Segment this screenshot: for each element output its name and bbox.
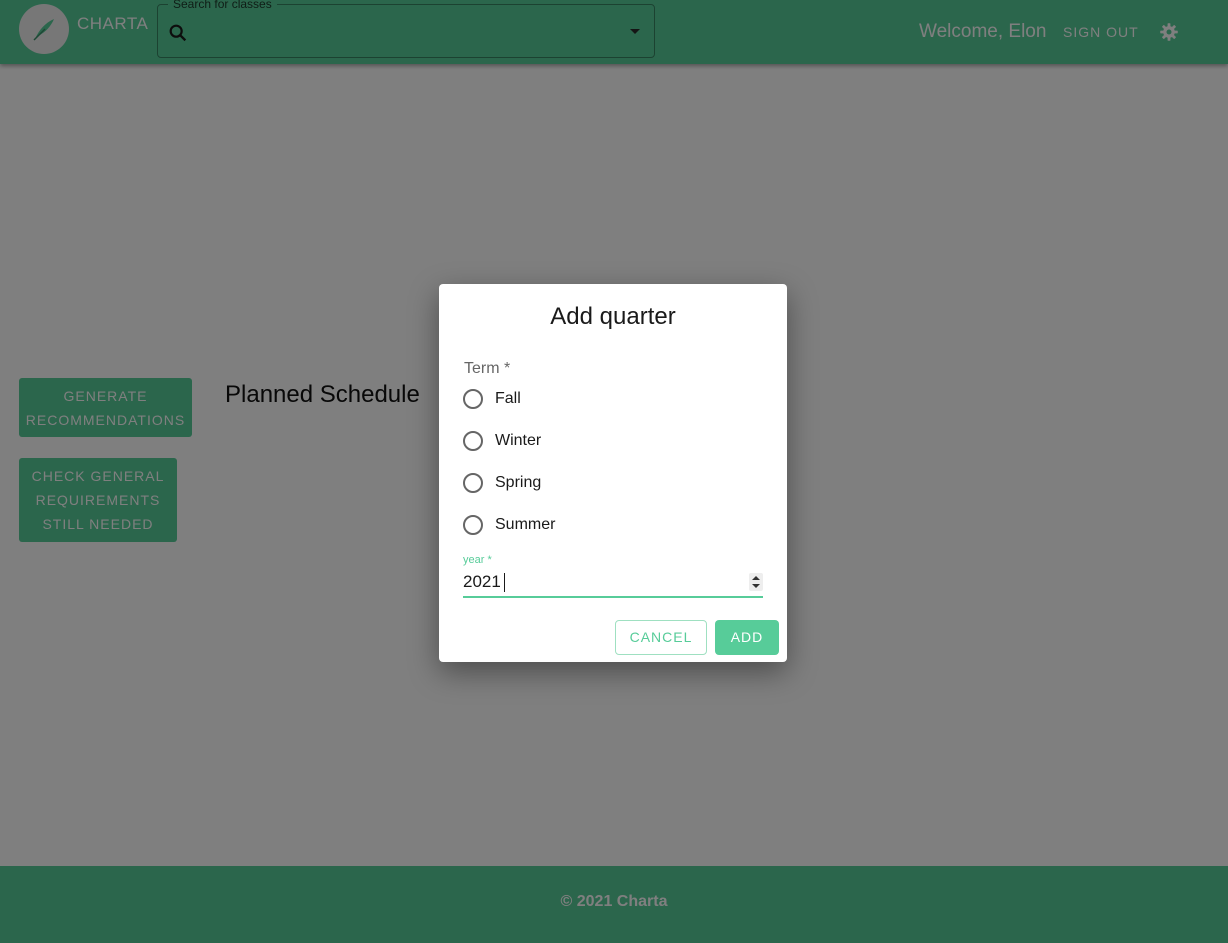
term-label: Term * (464, 360, 511, 377)
year-value: 2021 (463, 572, 501, 591)
add-quarter-dialog: Add quarter Term * Fall Winter Spring Su… (439, 284, 787, 662)
radio-button[interactable] (463, 389, 483, 409)
term-option-summer[interactable]: Summer (463, 513, 555, 537)
radio-label: Fall (495, 390, 521, 407)
term-option-spring[interactable]: Spring (463, 471, 541, 495)
radio-label: Spring (495, 474, 542, 491)
add-button[interactable]: ADD (715, 620, 779, 655)
spin-up-icon[interactable] (752, 576, 760, 580)
year-label: year * (463, 554, 492, 566)
radio-label: Summer (495, 516, 556, 533)
term-option-fall[interactable]: Fall (463, 387, 521, 411)
radio-label: Winter (495, 432, 542, 449)
dialog-title: Add quarter (550, 303, 676, 330)
spin-down-icon[interactable] (752, 584, 760, 588)
text-caret (504, 573, 505, 592)
radio-button[interactable] (463, 473, 483, 493)
term-option-winter[interactable]: Winter (463, 429, 541, 453)
number-spinner[interactable] (749, 573, 763, 591)
radio-button[interactable] (463, 515, 483, 535)
year-input[interactable]: 2021 (463, 570, 763, 598)
cancel-button[interactable]: CANCEL (615, 620, 707, 655)
radio-button[interactable] (463, 431, 483, 451)
